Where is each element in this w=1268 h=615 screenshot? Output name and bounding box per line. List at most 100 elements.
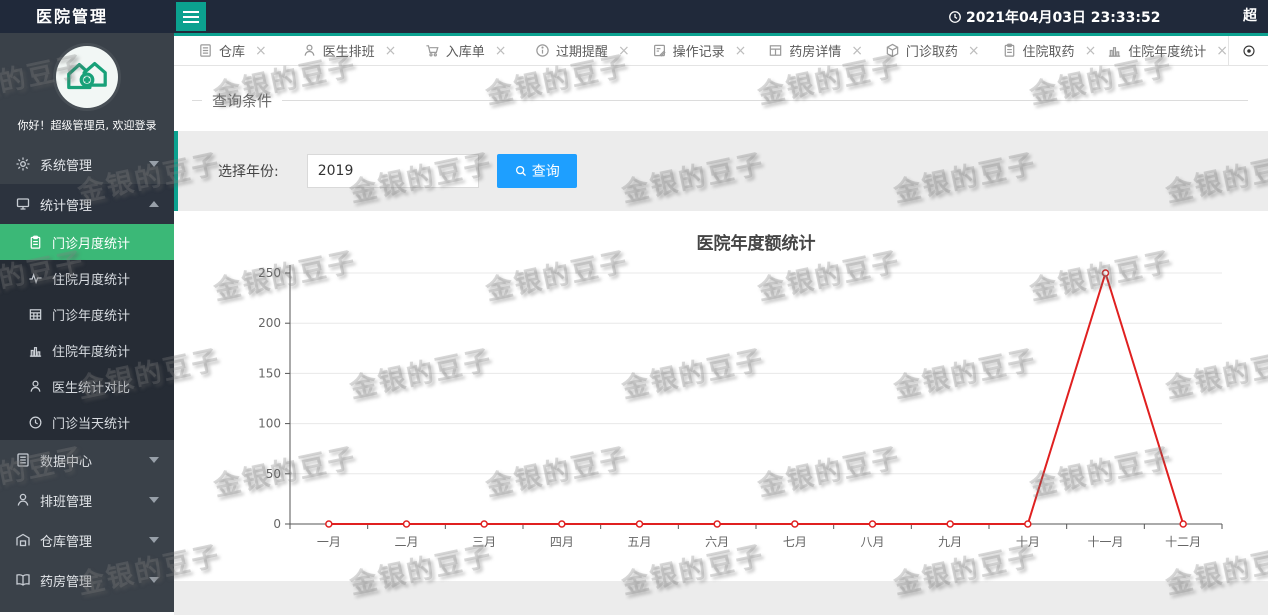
tab-doctor-schedule[interactable]: 医生排班 <box>291 36 408 65</box>
svg-text:0: 0 <box>273 517 281 531</box>
sidebar-item-inpatient-monthly[interactable]: 住院月度统计 <box>0 260 174 296</box>
user-icon <box>15 492 31 508</box>
sidebar-item-schedule-mgmt[interactable]: 排班管理 <box>0 480 174 520</box>
sidebar-item-label: 住院年度统计 <box>52 344 131 360</box>
tab-outpatient-dispense[interactable]: 门诊取药 <box>874 36 991 65</box>
svg-text:100: 100 <box>258 417 281 431</box>
package-icon <box>885 43 900 58</box>
tab-options-button[interactable] <box>1228 36 1268 65</box>
tab-expiry-reminder[interactable]: 过期提醒 <box>524 36 641 65</box>
sidebar-item-outpatient-annual[interactable]: 门诊年度统计 <box>0 296 174 332</box>
top-header: 医院管理 2021年04月03日 23:33:52 超 <box>0 0 1268 33</box>
close-icon[interactable] <box>385 43 397 59</box>
tab-warehouse[interactable]: 仓库 <box>174 36 291 65</box>
layout-icon <box>768 43 783 58</box>
svg-text:八月: 八月 <box>860 535 884 549</box>
tab-operation-log[interactable]: 操作记录 <box>641 36 758 65</box>
user-icon <box>302 43 317 58</box>
document-icon <box>15 452 31 468</box>
sidebar-item-label: 药房管理 <box>40 574 93 590</box>
close-icon[interactable] <box>618 43 630 59</box>
sidebar-item-pharmacy-mgmt[interactable]: 药房管理 <box>0 560 174 600</box>
tab-label: 药房详情 <box>789 45 842 60</box>
query-panel: 选择年份: 查询 <box>174 131 1268 211</box>
close-icon[interactable] <box>255 43 267 59</box>
svg-text:七月: 七月 <box>783 535 807 549</box>
app-title: 医院管理 <box>36 7 109 26</box>
sidebar-item-inpatient-annual[interactable]: 住院年度统计 <box>0 332 174 368</box>
svg-text:十一月: 十一月 <box>1087 535 1123 549</box>
sidebar-item-warehouse-mgmt[interactable]: 仓库管理 <box>0 520 174 560</box>
svg-text:200: 200 <box>258 316 281 330</box>
clipboard-icon <box>1002 43 1017 58</box>
clock-icon <box>948 10 962 24</box>
tab-bar: 仓库 医生排班 入库单 过期提醒 操作记录 药房详情 门诊取药 住院取药 住院年 <box>174 36 1268 66</box>
close-icon[interactable] <box>1085 43 1097 59</box>
tab-label: 过期提醒 <box>555 45 608 60</box>
radio-dot-icon <box>1242 44 1256 58</box>
close-icon[interactable] <box>968 43 980 59</box>
sidebar-item-label: 门诊月度统计 <box>52 236 131 252</box>
sidebar-item-outpatient-monthly[interactable]: 门诊月度统计 <box>0 224 174 260</box>
svg-text:一月: 一月 <box>317 535 341 549</box>
bar-chart-icon <box>28 343 43 358</box>
sidebar-item-doctor-compare[interactable]: 医生统计对比 <box>0 368 174 404</box>
sidebar-item-label: 统计管理 <box>40 198 93 214</box>
tab-label: 医生排班 <box>322 45 375 60</box>
search-button[interactable]: 查询 <box>496 154 577 188</box>
sidebar-item-label: 住院月度统计 <box>52 272 131 288</box>
sidebar-item-label: 门诊当天统计 <box>52 416 131 432</box>
chevron-down-icon <box>149 497 159 503</box>
clipboard-icon <box>28 235 43 250</box>
sidebar-item-label: 排班管理 <box>40 494 93 510</box>
tab-inpatient-annual-stats[interactable]: 住院年度统计 <box>1107 36 1228 65</box>
chevron-down-icon <box>149 537 159 543</box>
section-title: 查询条件 <box>212 92 273 110</box>
search-icon <box>514 164 528 178</box>
memo-icon <box>652 43 667 58</box>
close-icon[interactable] <box>851 43 863 59</box>
tab-label: 门诊取药 <box>905 45 958 60</box>
svg-text:五月: 五月 <box>627 535 651 549</box>
close-icon[interactable] <box>735 43 747 59</box>
svg-text:二月: 二月 <box>394 535 418 549</box>
pulse-icon <box>28 271 43 286</box>
close-icon[interactable] <box>495 43 507 59</box>
query-section-header: 查询条件 <box>192 90 1248 111</box>
chevron-down-icon <box>149 161 159 167</box>
hospital-logo-icon <box>67 61 107 90</box>
menu-toggle-button[interactable] <box>176 2 206 31</box>
main-content: 查询条件 选择年份: 查询 医院年度额统计 050100150200250一月二… <box>174 66 1268 615</box>
svg-text:三月: 三月 <box>472 535 496 549</box>
tab-label: 操作记录 <box>672 45 725 60</box>
greeting-text: 你好！超级管理员, 欢迎登录 <box>17 119 157 132</box>
tab-label: 仓库 <box>218 45 245 60</box>
sidebar-item-label: 系统管理 <box>40 158 93 174</box>
sidebar-item-outpatient-today[interactable]: 门诊当天统计 <box>0 404 174 440</box>
tab-inbound-order[interactable]: 入库单 <box>407 36 524 65</box>
svg-text:250: 250 <box>258 266 281 280</box>
svg-text:50: 50 <box>266 467 281 481</box>
tab-pharmacy-detail[interactable]: 药房详情 <box>757 36 874 65</box>
year-select-label: 选择年份: <box>218 164 279 180</box>
search-button-label: 查询 <box>531 164 560 180</box>
year-input[interactable] <box>306 154 479 188</box>
user-menu[interactable]: 超 <box>1243 0 1257 33</box>
monitor-icon <box>15 196 31 212</box>
chevron-down-icon <box>149 577 159 583</box>
sidebar-item-system-mgmt[interactable]: 系统管理 <box>0 144 174 184</box>
svg-text:九月: 九月 <box>938 535 962 549</box>
sidebar-item-stats-mgmt[interactable]: 统计管理 <box>0 184 174 224</box>
close-icon[interactable] <box>1216 43 1228 59</box>
annual-line-chart: 0 50 100 150 200 250 一月 二月 三月 四月 五月 六月 七月 八月 九月 十月 十一月 十二… <box>258 265 1223 549</box>
table-icon <box>28 307 43 322</box>
datetime-display: 2021年04月03日 23:33:52 <box>948 0 1160 33</box>
chevron-down-icon <box>149 457 159 463</box>
sidebar-item-data-center[interactable]: 数据中心 <box>0 440 174 480</box>
divider <box>282 100 1248 101</box>
avatar[interactable] <box>56 46 118 108</box>
tab-inpatient-dispense[interactable]: 住院取药 <box>991 36 1108 65</box>
svg-text:六月: 六月 <box>705 535 729 549</box>
warehouse-icon <box>15 532 31 548</box>
sidebar-item-label: 数据中心 <box>40 454 93 470</box>
